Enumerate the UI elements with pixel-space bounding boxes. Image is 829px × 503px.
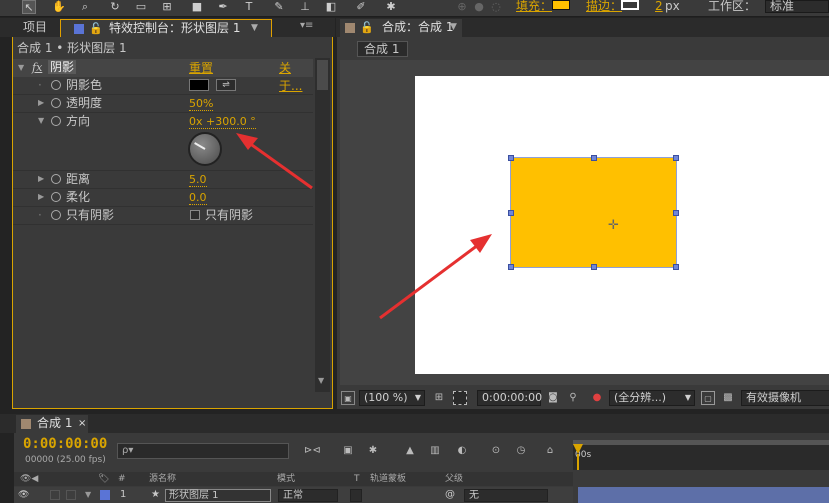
column-mode: 模式 (277, 474, 296, 484)
timeline-fps: 00000 (25.00 fps) (25, 455, 106, 465)
blend-mode-select[interactable]: 正常 (278, 489, 338, 502)
annotation-arrow-1 (244, 138, 313, 190)
layer-label-color[interactable] (100, 490, 110, 500)
work-area-bar[interactable] (573, 440, 829, 445)
av-features-icon[interactable]: 👁◀ (20, 472, 38, 486)
solo-toggle[interactable] (50, 490, 60, 500)
visibility-eye-icon[interactable]: 👁 (18, 487, 29, 503)
hide-shy-layers-icon[interactable]: ▲ (403, 444, 417, 458)
column-num: # (118, 474, 126, 484)
close-tab-icon[interactable]: × (78, 415, 86, 432)
layer-number: 1 (120, 489, 127, 500)
frame-blending-icon[interactable]: ▥ (428, 444, 442, 458)
composition-color-icon (21, 419, 31, 429)
timeline-search-input[interactable]: ρ▾ (117, 443, 289, 459)
tab-timeline-comp[interactable]: 合成 1 × (16, 415, 88, 433)
chart-editor-icon[interactable]: ⌂ (543, 444, 557, 458)
time-ruler[interactable]: 00s (573, 440, 829, 470)
label-column-icon: 🏷 (98, 474, 110, 484)
comp-mini-flowchart-icon[interactable]: ⊳⊲ (304, 444, 321, 458)
lock-toggle[interactable] (66, 490, 76, 500)
column-t: T (354, 474, 360, 484)
timeline-tabbar: 合成 1 × (0, 414, 829, 433)
timeline-timecode[interactable]: 0:00:00:00 (23, 436, 107, 452)
live-update-icon[interactable]: ▣ (341, 444, 355, 458)
search-placeholder: ρ▾ (122, 445, 134, 456)
annotation-arrow-2 (379, 240, 483, 320)
stopwatch-timeline-icon[interactable]: ◷ (514, 444, 528, 458)
playhead-line (577, 454, 579, 470)
shape-layer-star-icon: ★ (151, 489, 160, 500)
layer-name[interactable]: 形状图层 1 (165, 489, 271, 502)
column-track-matte: 轨道蒙板 (370, 474, 407, 484)
layer-expand-icon[interactable]: ▼ (85, 487, 91, 503)
layer-row[interactable]: 👁 ▼ 1 ★ 形状图层 1 正常 @ 无 (14, 487, 573, 503)
preserve-transparency-toggle[interactable] (350, 489, 362, 502)
timeline-tab-label: 合成 1 (37, 416, 73, 430)
graph-editor-icon[interactable]: ⊙ (489, 444, 503, 458)
blend-mode-value: 正常 (283, 490, 303, 501)
layer-duration-bar[interactable] (578, 487, 829, 503)
column-parent: 父级 (445, 474, 464, 484)
parent-select[interactable]: 无 (464, 489, 548, 502)
draft-3d-icon[interactable]: ✱ (366, 444, 380, 458)
column-source-name[interactable]: 源名称 (149, 472, 176, 486)
motion-blur-icon[interactable]: ◐ (455, 444, 469, 458)
parent-value: 无 (469, 490, 479, 501)
layer-column-headers: 👁◀ 🏷 # 源名称 模式 T 轨道蒙板 父级 (14, 472, 573, 486)
pick-whip-icon[interactable]: @ (445, 487, 455, 503)
